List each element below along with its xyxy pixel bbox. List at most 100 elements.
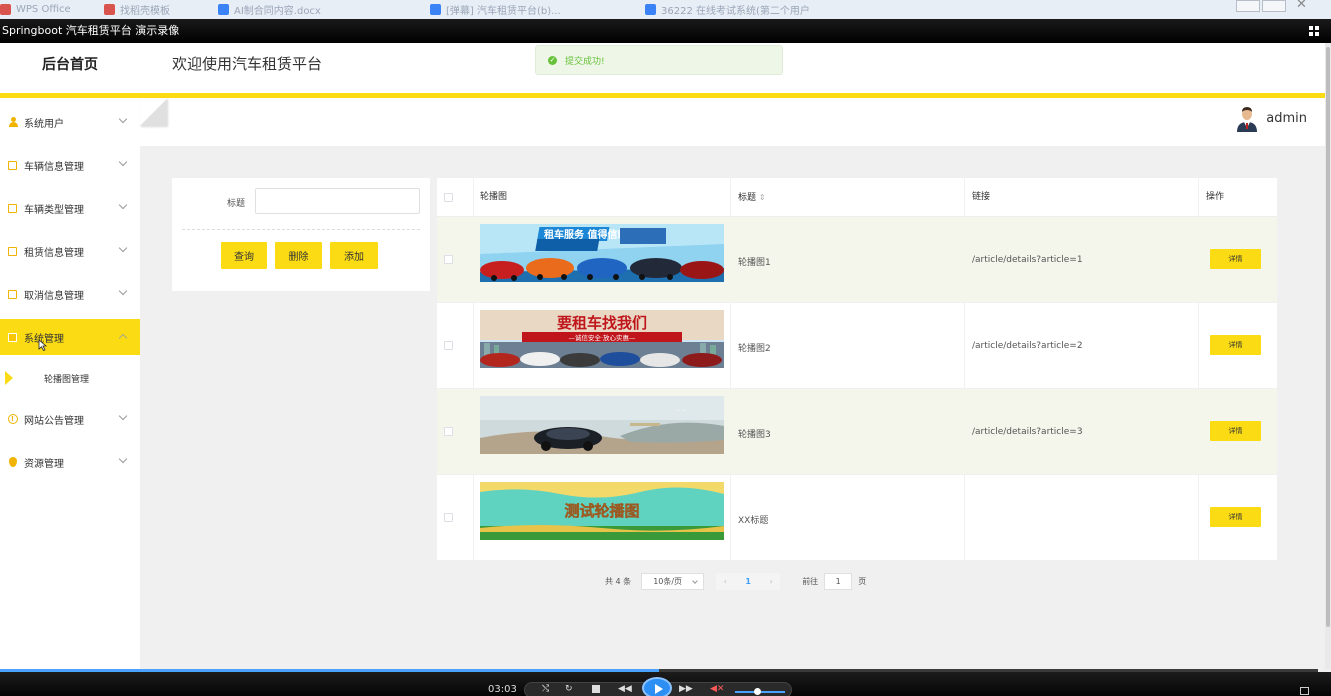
- row-link: /article/details?article=2: [972, 341, 1083, 351]
- chevron-down-icon: [118, 157, 128, 167]
- scrollbar-thumb[interactable]: [1326, 47, 1330, 627]
- chevron-down-icon: [118, 286, 128, 296]
- browser-tab[interactable]: AI制合同内容.docx: [218, 2, 321, 17]
- row-checkbox[interactable]: [444, 513, 453, 522]
- delete-button[interactable]: 删除: [275, 242, 322, 269]
- chevron-down-icon: [118, 200, 128, 210]
- page-unit-label: 页: [858, 576, 867, 586]
- sidebar-item-label: 租赁信息管理: [24, 247, 84, 259]
- sidebar-subitem-carousel[interactable]: 轮播图管理: [0, 360, 140, 396]
- title-search-input[interactable]: [255, 188, 420, 214]
- username: admin: [1266, 110, 1307, 126]
- chevron-down-icon: [118, 114, 128, 124]
- detail-button[interactable]: 详情: [1210, 249, 1261, 269]
- mouse-cursor-icon: [38, 339, 47, 351]
- repeat-icon[interactable]: ↻: [565, 684, 573, 694]
- row-title: 轮播图2: [738, 344, 771, 354]
- sidebar-item-cancel-info[interactable]: 取消信息管理: [0, 276, 140, 312]
- detail-button[interactable]: 详情: [1210, 421, 1261, 441]
- banner-text: 要租车找我们: [557, 314, 647, 332]
- edit-icon: [7, 246, 18, 257]
- add-button[interactable]: 添加: [330, 242, 378, 269]
- select-all-checkbox[interactable]: [444, 193, 453, 202]
- sidebar: 系统用户 车辆信息管理 车辆类型管理 租赁信息管理 取消信息管理 系统管理 轮播…: [0, 98, 140, 669]
- sidebar-item-label: 车辆类型管理: [24, 204, 84, 216]
- player-title-bar: Springboot 汽车租赁平台 演示录像: [0, 19, 1331, 43]
- minimize-button[interactable]: [1236, 0, 1260, 12]
- table-row: ⌄ ⌄ 轮播图3 /article/details?article=3 详情: [437, 389, 1277, 475]
- row-checkbox[interactable]: [444, 341, 453, 350]
- check-circle-icon: ✓: [548, 55, 557, 65]
- query-button[interactable]: 查询: [221, 242, 267, 269]
- admin-home-link[interactable]: 后台首页: [0, 43, 140, 93]
- banner-subtext: —诚信安全·放心实惠—: [568, 333, 636, 342]
- row-link: /article/details?article=3: [972, 427, 1083, 437]
- sort-icon[interactable]: ⇕: [759, 193, 766, 202]
- table-header: 轮播图 标题 ⇕ 链接 操作: [437, 178, 1277, 217]
- divider: [182, 229, 420, 230]
- fullscreen-icon[interactable]: [1300, 687, 1309, 695]
- fast-forward-icon[interactable]: ▶▶: [679, 684, 693, 694]
- settings-icon: [7, 332, 18, 343]
- sidebar-item-label: 网站公告管理: [24, 415, 84, 427]
- goto-page-input[interactable]: 1: [824, 572, 853, 590]
- volume-icon[interactable]: ◀✕: [710, 684, 724, 694]
- avatar: [1236, 104, 1259, 132]
- table-row: 测试轮播图 XX标题 详情: [437, 475, 1277, 561]
- playback-time: 03:03: [488, 684, 517, 695]
- browser-tab[interactable]: 36222 在线考试系统(第二个用户: [645, 2, 810, 17]
- sidebar-item-system-management[interactable]: 系统管理: [0, 319, 140, 355]
- browser-tab[interactable]: WPS Office: [0, 2, 71, 17]
- column-header-image: 轮播图: [480, 192, 508, 202]
- row-link: /article/details?article=1: [972, 255, 1083, 265]
- chevron-down-icon: [118, 243, 128, 253]
- row-checkbox[interactable]: [444, 255, 453, 264]
- sidebar-item-label: 车辆信息管理: [24, 161, 84, 173]
- stop-icon[interactable]: [592, 685, 600, 693]
- maximize-button[interactable]: [1262, 0, 1286, 12]
- wps-icon: [0, 4, 11, 15]
- column-header-title-label: 标题: [738, 193, 757, 203]
- rewind-icon[interactable]: ◀◀: [618, 684, 632, 694]
- page-number-current[interactable]: 1: [734, 572, 763, 590]
- chevron-down-icon: [118, 411, 128, 421]
- column-header-title[interactable]: 标题 ⇕: [738, 178, 766, 217]
- chevron-up-icon: [118, 333, 128, 343]
- volume-slider-handle[interactable]: [754, 688, 761, 695]
- sidebar-item-vehicle-type[interactable]: 车辆类型管理: [0, 190, 140, 226]
- browser-tab[interactable]: 找稻壳模板: [104, 2, 170, 17]
- table-row: 要租车找我们 —诚信安全·放心实惠— 轮播图2 /article/details…: [437, 303, 1277, 389]
- chevron-down-icon: [692, 577, 699, 584]
- page-size-select[interactable]: 10条/页: [641, 572, 705, 590]
- banner-image: 租车服务 值得信赖: [480, 224, 724, 282]
- person-icon: [7, 117, 18, 128]
- carousel-table: 轮播图 标题 ⇕ 链接 操作 租车服务 值得信赖 轮播图1 /article/d…: [437, 178, 1277, 561]
- user-menu[interactable]: admin: [1236, 104, 1307, 132]
- page-scrollbar[interactable]: [1325, 43, 1331, 669]
- success-toast: ✓ 提交成功!: [535, 45, 783, 75]
- detail-button[interactable]: 详情: [1210, 507, 1261, 527]
- sidebar-item-vehicle-info[interactable]: 车辆信息管理: [0, 147, 140, 183]
- sidebar-item-resources[interactable]: 资源管理: [0, 444, 140, 480]
- grid-menu-icon[interactable]: [1309, 26, 1319, 36]
- player-title: Springboot 汽车租赁平台 演示录像: [2, 24, 180, 37]
- row-checkbox[interactable]: [444, 427, 453, 436]
- detail-button[interactable]: 详情: [1210, 335, 1261, 355]
- close-icon[interactable]: ✕: [1296, 0, 1307, 12]
- next-page-button[interactable]: ›: [762, 572, 781, 590]
- sidebar-toggle[interactable]: [140, 98, 167, 126]
- sidebar-item-announcements[interactable]: ! 网站公告管理: [0, 401, 140, 437]
- banner-text: 测试轮播图: [564, 502, 639, 520]
- browser-tab[interactable]: [弹幕] 汽车租赁平台(b)...: [430, 2, 561, 17]
- location-pin-icon: [7, 457, 18, 468]
- shuffle-icon[interactable]: ⤭: [542, 684, 549, 694]
- play-button[interactable]: [642, 677, 672, 696]
- sidebar-item-rental-info[interactable]: 租赁信息管理: [0, 233, 140, 269]
- document-icon: [218, 4, 229, 15]
- edit-icon: [7, 203, 18, 214]
- document-icon: [430, 4, 441, 15]
- prev-page-button[interactable]: ‹: [716, 572, 735, 590]
- info-icon: !: [7, 414, 18, 425]
- sidebar-item-system-users[interactable]: 系统用户: [0, 104, 140, 140]
- browser-tab-strip: WPS Office 找稻壳模板 AI制合同内容.docx [弹幕] 汽车租赁平…: [0, 0, 1331, 19]
